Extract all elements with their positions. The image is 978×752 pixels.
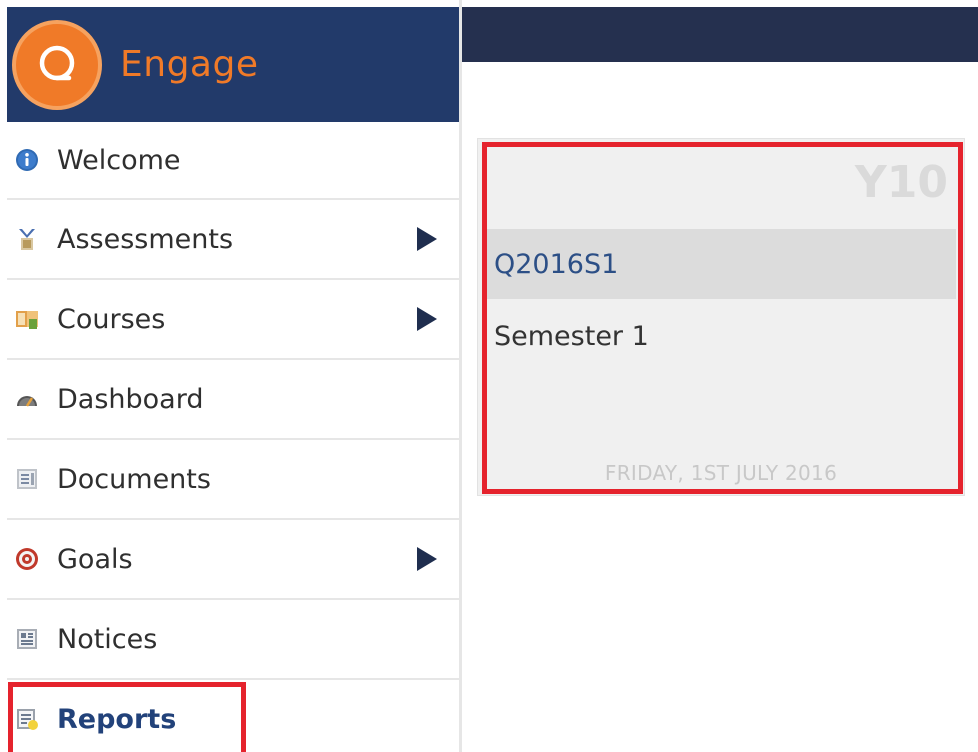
documents-icon	[15, 467, 39, 491]
app-window: Engage Welcome Assessments Courses Dashb…	[0, 0, 978, 752]
sidebar-item-assessments[interactable]: Assessments	[7, 200, 459, 280]
sidebar-item-documents[interactable]: Documents	[7, 440, 459, 520]
highlight-box-report-card	[482, 142, 963, 494]
sidebar-menu: Welcome Assessments Courses Dashboard Do…	[7, 122, 459, 752]
sidebar-item-label: Goals	[57, 543, 133, 575]
sidebar-item-goals[interactable]: Goals	[7, 520, 459, 600]
brand-header[interactable]: Engage	[7, 7, 459, 122]
highlight-box-reports-item	[8, 682, 246, 752]
goals-target-icon	[15, 547, 39, 571]
sidebar-item-label: Assessments	[57, 223, 234, 255]
sidebar-divider	[459, 0, 462, 752]
info-icon	[15, 148, 39, 172]
chevron-right-icon[interactable]	[417, 227, 437, 251]
courses-icon	[15, 307, 39, 331]
engage-logo-icon	[12, 19, 102, 110]
sidebar-item-notices[interactable]: Notices	[7, 600, 459, 680]
sidebar-item-welcome[interactable]: Welcome	[7, 122, 459, 200]
sidebar-item-label: Welcome	[57, 144, 181, 176]
sidebar-item-courses[interactable]: Courses	[7, 280, 459, 360]
chevron-right-icon[interactable]	[417, 307, 437, 331]
notices-icon	[15, 627, 39, 651]
chevron-right-icon[interactable]	[417, 547, 437, 571]
sidebar-item-label: Dashboard	[57, 383, 204, 415]
sidebar-item-dashboard[interactable]: Dashboard	[7, 360, 459, 440]
brand-name: Engage	[120, 44, 259, 85]
dashboard-gauge-icon	[15, 387, 39, 411]
assessments-icon	[15, 227, 39, 251]
sidebar: Engage Welcome Assessments Courses Dashb…	[7, 7, 459, 752]
sidebar-item-label: Courses	[57, 303, 166, 335]
top-bar	[462, 7, 978, 62]
sidebar-item-label: Notices	[57, 623, 158, 655]
sidebar-item-label: Documents	[57, 463, 211, 495]
